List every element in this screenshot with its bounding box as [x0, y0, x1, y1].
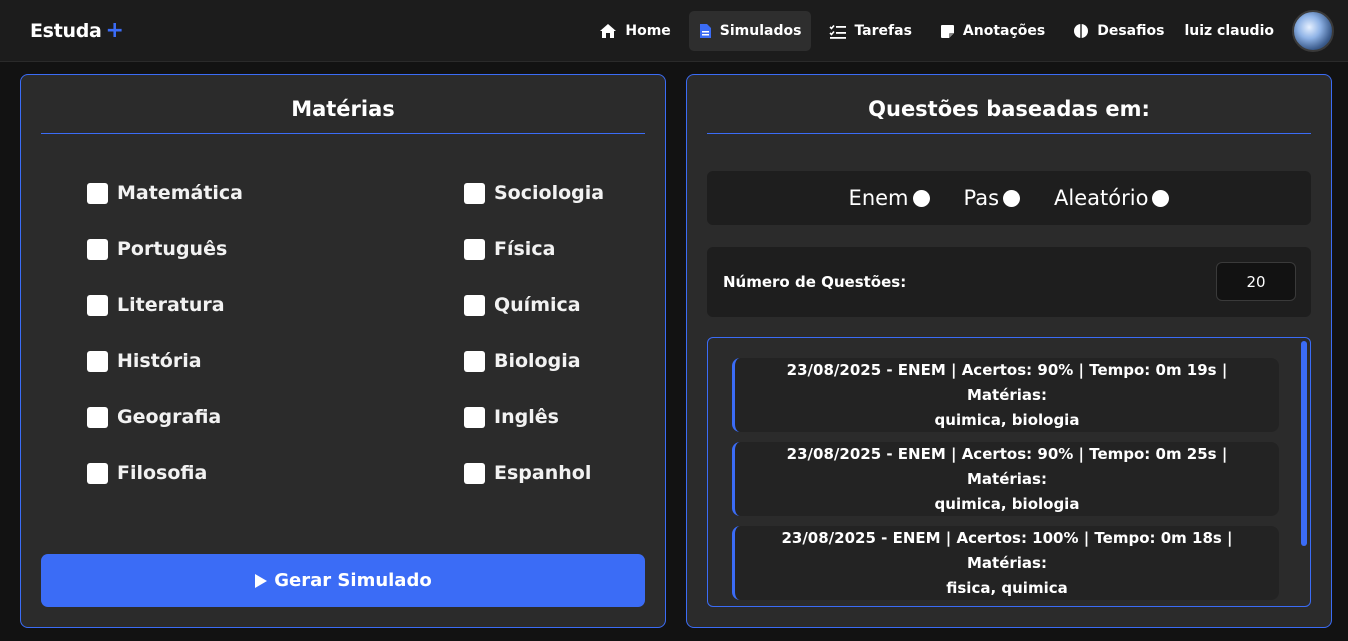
history-item-line2: quimica, biologia	[934, 494, 1080, 513]
checkbox-label: Química	[494, 294, 581, 316]
checkbox-box[interactable]	[464, 238, 485, 260]
checkbox-box[interactable]	[464, 350, 485, 372]
materias-title: Matérias	[41, 97, 645, 134]
checkbox-biologia[interactable]: Biologia	[464, 350, 581, 372]
checkbox-box[interactable]	[87, 350, 108, 372]
brand-name: Estuda	[30, 20, 102, 42]
checkbox-box[interactable]	[87, 238, 108, 260]
checkbox-historia[interactable]: História	[87, 350, 202, 372]
history-item[interactable]: 23/08/2025 - ENEM | Acertos: 100% | Temp…	[732, 526, 1279, 600]
brand-logo[interactable]: Estuda +	[30, 18, 124, 43]
checkbox-sociologia[interactable]: Sociologia	[464, 182, 604, 204]
materias-panel: Matérias Matemática Português Literatura…	[20, 74, 666, 628]
checkbox-geografia[interactable]: Geografia	[87, 406, 221, 428]
checkbox-label: História	[117, 350, 202, 372]
history-item-line1: 23/08/2025 - ENEM | Acertos: 90% | Tempo…	[786, 444, 1228, 488]
checkbox-espanhol[interactable]: Espanhol	[464, 462, 591, 484]
checkbox-label: Física	[494, 238, 556, 260]
document-icon	[699, 24, 711, 38]
history-item[interactable]: 23/08/2025 - ENEM | Acertos: 90% | Tempo…	[732, 358, 1279, 432]
checkbox-fisica[interactable]: Física	[464, 238, 555, 260]
checkbox-filosofia[interactable]: Filosofia	[87, 462, 207, 484]
nav-tarefas[interactable]: Tarefas	[819, 11, 921, 51]
nav-simulados-label: Simulados	[719, 23, 802, 39]
history-item[interactable]: 23/08/2025 - ENEM | Acertos: 90% | Tempo…	[732, 442, 1279, 516]
avatar[interactable]	[1292, 10, 1334, 52]
radio-label: Enem	[848, 186, 909, 210]
history-item-line2: fisica, quimica	[946, 578, 1068, 597]
exam-source-selector: Enem Pas Aleatório	[707, 171, 1311, 225]
play-icon	[255, 573, 268, 588]
checkbox-box[interactable]	[464, 294, 485, 316]
checkbox-box[interactable]	[464, 462, 485, 484]
radio-button[interactable]	[1003, 189, 1021, 207]
checkbox-label: Literatura	[117, 294, 225, 316]
checkbox-matematica[interactable]: Matemática	[87, 182, 243, 204]
checkbox-label: Geografia	[117, 406, 222, 428]
radio-button[interactable]	[1152, 189, 1170, 207]
generate-simulado-button[interactable]: Gerar Simulado	[41, 554, 645, 607]
home-icon	[600, 24, 617, 38]
checkbox-portugues[interactable]: Português	[87, 238, 227, 260]
radio-aleatorio[interactable]: Aleatório	[1054, 186, 1170, 210]
checkbox-label: Filosofia	[117, 462, 208, 484]
user-name[interactable]: luiz claudio	[1184, 23, 1274, 39]
checkbox-label: Biologia	[494, 350, 581, 372]
checkbox-label: Português	[117, 238, 228, 260]
radio-enem[interactable]: Enem	[849, 186, 930, 210]
nav-menu: Home Simulados Tarefas Anotações Desafio…	[581, 0, 1348, 62]
nav-desafios[interactable]: Desafios	[1063, 11, 1174, 51]
question-count-box: Número de Questões: 20	[707, 247, 1311, 317]
checkbox-label: Matemática	[117, 182, 243, 204]
question-count-input[interactable]: 20	[1216, 262, 1296, 301]
note-icon	[940, 24, 954, 38]
brain-icon	[1074, 24, 1089, 38]
checklist-icon	[829, 24, 847, 39]
scrollbar-thumb[interactable]	[1301, 341, 1307, 546]
checkbox-box[interactable]	[87, 182, 108, 204]
checkbox-box[interactable]	[87, 294, 108, 316]
radio-pas[interactable]: Pas	[964, 186, 1021, 210]
questoes-title: Questões baseadas em:	[707, 97, 1311, 134]
history-item-line2: quimica, biologia	[934, 410, 1080, 429]
checkbox-label: Inglês	[494, 406, 559, 428]
nav-desafios-label: Desafios	[1097, 23, 1165, 39]
nav-tarefas-label: Tarefas	[854, 23, 912, 39]
brand-plus-icon: +	[105, 18, 124, 43]
nav-home-label: Home	[625, 23, 671, 39]
checkbox-ingles[interactable]: Inglês	[464, 406, 559, 428]
generate-button-label: Gerar Simulado	[274, 570, 432, 591]
radio-button[interactable]	[912, 189, 930, 207]
checkbox-label: Espanhol	[494, 462, 592, 484]
nav-anotacoes-label: Anotações	[962, 23, 1046, 39]
radio-label: Aleatório	[1054, 186, 1149, 210]
history-item-line1: 23/08/2025 - ENEM | Acertos: 100% | Temp…	[781, 528, 1233, 572]
questoes-panel: Questões baseadas em: Enem Pas Aleatório…	[686, 74, 1332, 628]
checkbox-quimica[interactable]: Química	[464, 294, 581, 316]
checkbox-box[interactable]	[87, 406, 108, 428]
checkbox-box[interactable]	[464, 406, 485, 428]
checkbox-literatura[interactable]: Literatura	[87, 294, 225, 316]
history-item-line1: 23/08/2025 - ENEM | Acertos: 90% | Tempo…	[786, 360, 1228, 404]
checkbox-label: Sociologia	[494, 182, 605, 204]
checkbox-box[interactable]	[87, 462, 108, 484]
nav-simulados[interactable]: Simulados	[688, 11, 812, 51]
history-list[interactable]: 23/08/2025 - ENEM | Acertos: 90% | Tempo…	[707, 337, 1311, 607]
top-navbar: Estuda + Home Simulados Tarefas Anotações…	[0, 0, 1348, 62]
checkbox-box[interactable]	[464, 182, 485, 204]
radio-label: Pas	[963, 186, 1000, 210]
nav-home[interactable]: Home	[589, 11, 680, 51]
nav-anotacoes[interactable]: Anotações	[930, 11, 1055, 51]
question-count-label: Número de Questões:	[723, 273, 907, 291]
